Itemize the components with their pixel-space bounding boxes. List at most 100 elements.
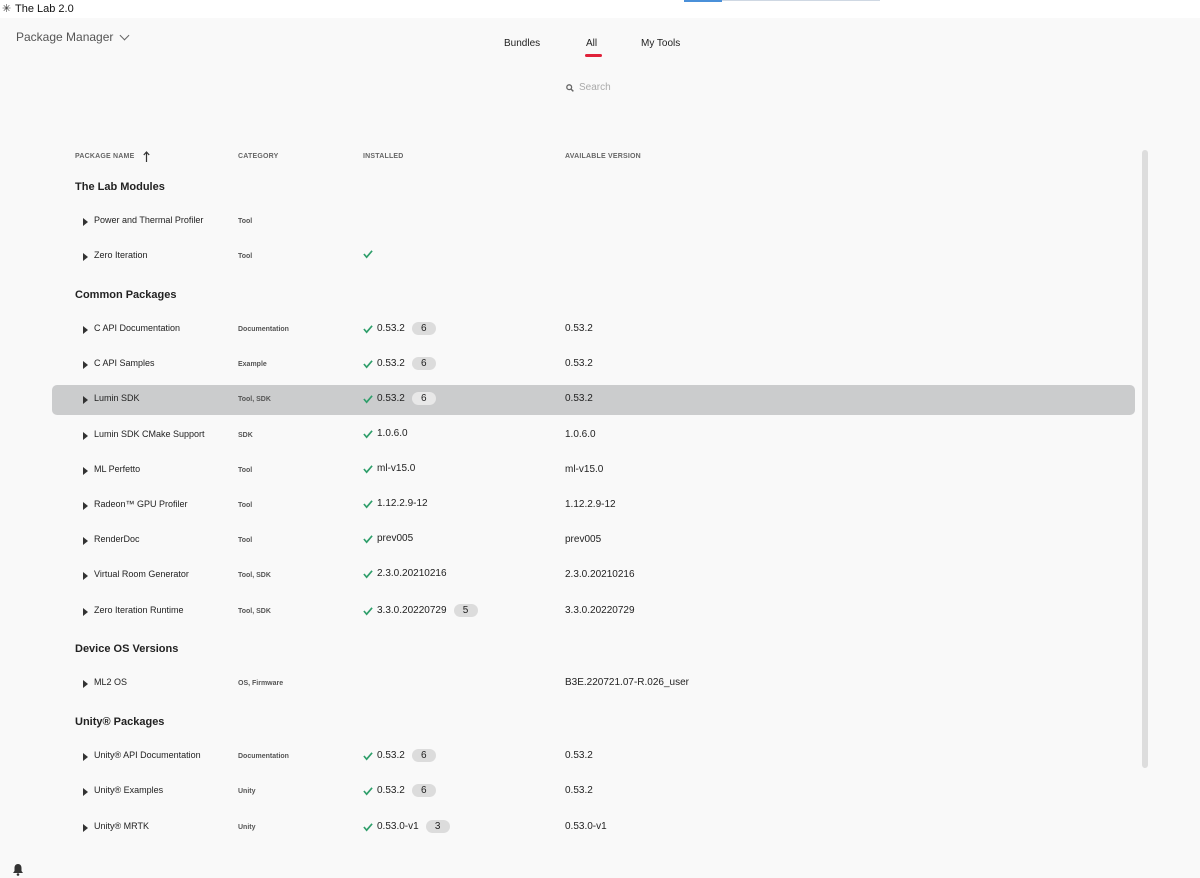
titlebar-accent	[684, 0, 722, 2]
installed-version: 0.53.2	[377, 323, 405, 334]
expand-caret-icon[interactable]	[83, 502, 88, 510]
title-bar: ✳ The Lab 2.0	[0, 0, 1200, 18]
update-count-badge[interactable]: 6	[411, 322, 436, 335]
package-row[interactable]: ML2 OS OS, Firmware B3E.220721.07-R.026_us…	[52, 669, 1135, 699]
package-category: Tool	[238, 502, 253, 509]
check-icon	[363, 569, 373, 578]
installed-cell: 0.53.2 6	[363, 392, 436, 405]
expand-caret-icon[interactable]	[83, 218, 88, 226]
package-category: Tool, SDK	[238, 572, 271, 579]
available-version: 0.53.2	[565, 750, 593, 761]
installed-version: 1.12.2.9-12	[377, 498, 428, 509]
package-name: ML2 OS	[94, 677, 128, 687]
package-name: Zero Iteration	[94, 250, 148, 260]
expand-caret-icon[interactable]	[83, 680, 88, 688]
tab-my-tools[interactable]: My Tools	[641, 38, 680, 49]
check-icon	[363, 324, 373, 333]
package-name: Unity® MRTK	[94, 821, 149, 831]
package-row[interactable]: C API Samples Example 0.53.2 6 0.53.2	[52, 350, 1135, 380]
expand-caret-icon[interactable]	[83, 361, 88, 369]
package-row[interactable]: Power and Thermal Profiler Tool	[52, 207, 1135, 237]
expand-caret-icon[interactable]	[83, 253, 88, 261]
package-name: Virtual Room Generator	[94, 569, 189, 579]
group-title: Device OS Versions	[75, 643, 179, 655]
update-count-badge[interactable]: 6	[411, 392, 436, 405]
update-count-badge[interactable]: 6	[411, 749, 436, 762]
tab-bar: Bundles All My Tools	[0, 38, 1200, 62]
package-row[interactable]: Radeon™ GPU Profiler Tool 1.12.2.9-12 1.12.…	[52, 491, 1135, 521]
installed-version: 0.53.2	[377, 750, 405, 761]
tab-bundles[interactable]: Bundles	[504, 38, 540, 49]
package-row[interactable]: C API Documentation Documentation 0.53.2 6 0…	[52, 315, 1135, 345]
installed-cell: 1.12.2.9-12	[363, 498, 428, 509]
tab-label: My Tools	[641, 38, 681, 49]
package-name: Lumin SDK	[94, 393, 140, 403]
installed-version: 3.3.0.20220729	[377, 605, 447, 616]
expand-caret-icon[interactable]	[83, 326, 88, 334]
package-row[interactable]: RenderDoc Tool prev005 prev005	[52, 526, 1135, 556]
bell-icon[interactable]	[12, 863, 24, 876]
check-icon	[363, 534, 373, 543]
installed-version: 0.53.0-v1	[377, 821, 419, 832]
installed-cell: ml-v15.0	[363, 463, 415, 474]
package-category: Tool	[238, 467, 253, 474]
check-icon	[363, 606, 373, 615]
package-row[interactable]: Unity® MRTK Unity 0.53.0-v1 3 0.53.0-v1	[52, 813, 1135, 843]
installed-version: 0.53.2	[377, 785, 405, 796]
installed-cell: 0.53.2 6	[363, 322, 436, 335]
available-version: 1.12.2.9-12	[565, 499, 616, 510]
search-input[interactable]: Search	[566, 82, 611, 93]
column-header-label: PACKAGE NAME	[75, 153, 135, 160]
package-row[interactable]: Unity® Examples Unity 0.53.2 6 0.53.2	[52, 777, 1135, 807]
package-category: Tool	[238, 218, 253, 225]
scrollbar[interactable]	[1142, 150, 1148, 768]
expand-caret-icon[interactable]	[83, 608, 88, 616]
package-row[interactable]: Lumin SDK Tool, SDK 0.53.2 6 0.53.2	[52, 385, 1135, 415]
package-row[interactable]: Zero Iteration Tool	[52, 242, 1135, 272]
check-icon	[363, 359, 373, 368]
update-count-badge[interactable]: 6	[411, 357, 436, 370]
installed-cell: prev005	[363, 533, 413, 544]
tab-all[interactable]: All	[584, 38, 603, 57]
package-name: C API Samples	[94, 358, 155, 368]
update-count-badge[interactable]: 3	[425, 820, 450, 833]
expand-caret-icon[interactable]	[83, 396, 88, 404]
package-row[interactable]: ML Perfetto Tool ml-v15.0 ml-v15.0	[52, 456, 1135, 486]
column-header-category[interactable]: CATEGORY	[238, 153, 279, 160]
check-icon	[363, 751, 373, 760]
package-row[interactable]: Unity® API Documentation Documentation 0.5…	[52, 742, 1135, 772]
search-icon	[566, 83, 574, 92]
expand-caret-icon[interactable]	[83, 824, 88, 832]
expand-caret-icon[interactable]	[83, 432, 88, 440]
package-category: Documentation	[238, 753, 289, 760]
available-version: 0.53.2	[565, 393, 593, 404]
column-header-package-name[interactable]: PACKAGE NAME	[75, 153, 134, 160]
package-row[interactable]: Zero Iteration Runtime Tool, SDK 3.3.0.202…	[52, 597, 1135, 627]
package-row[interactable]: Lumin SDK CMake Support SDK 1.0.6.0 1.0.6.0	[52, 421, 1135, 451]
column-header-available-version[interactable]: AVAILABLE VERSION	[565, 153, 641, 160]
package-category: Documentation	[238, 326, 289, 333]
expand-caret-icon[interactable]	[83, 467, 88, 475]
expand-caret-icon[interactable]	[83, 572, 88, 580]
available-version: 3.3.0.20220729	[565, 605, 635, 616]
available-version: 1.0.6.0	[565, 429, 596, 440]
sort-ascending-icon[interactable]	[143, 151, 150, 162]
update-count-badge[interactable]: 5	[453, 604, 478, 617]
update-count-badge[interactable]: 6	[411, 784, 436, 797]
package-name: Power and Thermal Profiler	[94, 215, 204, 225]
expand-caret-icon[interactable]	[83, 788, 88, 796]
installed-cell: 1.0.6.0	[363, 428, 408, 439]
package-row[interactable]: Virtual Room Generator Tool, SDK 2.3.0.202…	[52, 561, 1135, 591]
installed-cell: 3.3.0.20220729 5	[363, 604, 478, 617]
installed-cell: 0.53.2 6	[363, 357, 436, 370]
expand-caret-icon[interactable]	[83, 537, 88, 545]
available-version: 0.53.0-v1	[565, 821, 607, 832]
column-header-installed[interactable]: INSTALLED	[363, 153, 404, 160]
check-icon	[363, 786, 373, 795]
check-icon	[363, 250, 373, 259]
package-name: RenderDoc	[94, 534, 140, 544]
package-category: Tool	[238, 253, 253, 260]
check-icon	[363, 499, 373, 508]
expand-caret-icon[interactable]	[83, 753, 88, 761]
package-name: C API Documentation	[94, 323, 181, 333]
